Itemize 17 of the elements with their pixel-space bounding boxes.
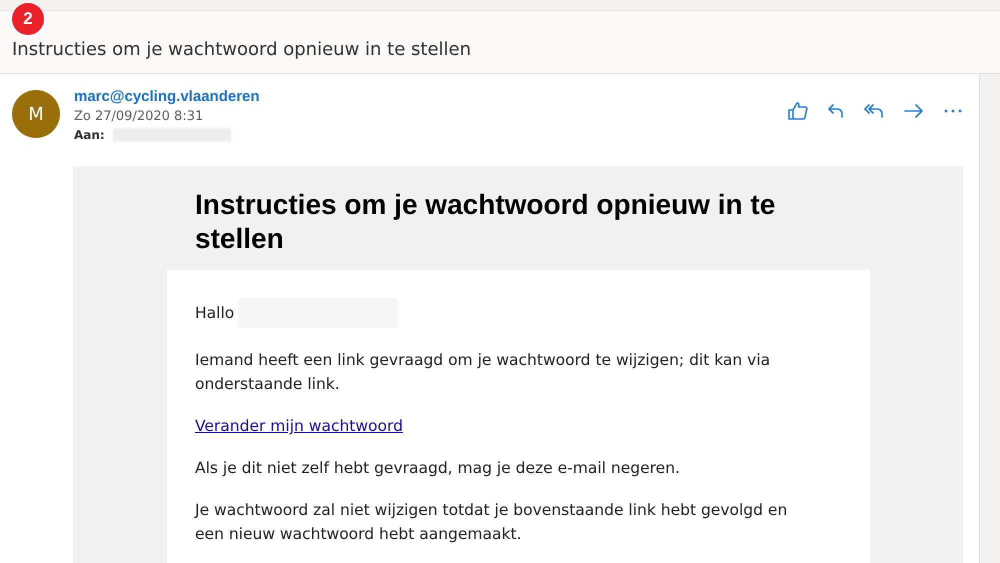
sender-avatar: M xyxy=(12,90,60,138)
message-subject: Instructies om je wachtwoord opnieuw in te stellen xyxy=(12,38,471,60)
reply-all-icon[interactable] xyxy=(863,102,885,120)
reply-icon[interactable] xyxy=(827,102,845,120)
sender-email[interactable]: marc@cycling.vlaanderen xyxy=(74,88,260,105)
body-paragraph: Iemand heeft een link gevraagd om je wachtwoord te wijzigen; dit kan via onderstaande link. xyxy=(195,350,772,395)
email-heading: Instructies om je wachtwoord opnieuw in te stellen xyxy=(195,188,776,256)
sent-date: Zo 27/09/2020 8:31 xyxy=(74,109,204,124)
count-badge: 2 xyxy=(12,3,44,35)
thumbs-up-icon[interactable] xyxy=(787,101,809,121)
body-paragraph: Als je dit niet zelf hebt gevraagd, mag je deze e-mail negeren. xyxy=(195,458,681,479)
reset-link[interactable]: Verander mijn wachtwoord xyxy=(195,417,403,435)
body-paragraph: Je wachtwoord zal niet wijzigen totdat je bovenstaande link hebt gevolgd en een nieuw wachtwoord hebt aangemaakt. xyxy=(195,500,788,545)
greeting: Hallo xyxy=(195,304,234,322)
more-icon[interactable] xyxy=(943,108,963,114)
forward-icon[interactable] xyxy=(903,102,925,120)
recipient-label: Aan: xyxy=(74,128,105,142)
